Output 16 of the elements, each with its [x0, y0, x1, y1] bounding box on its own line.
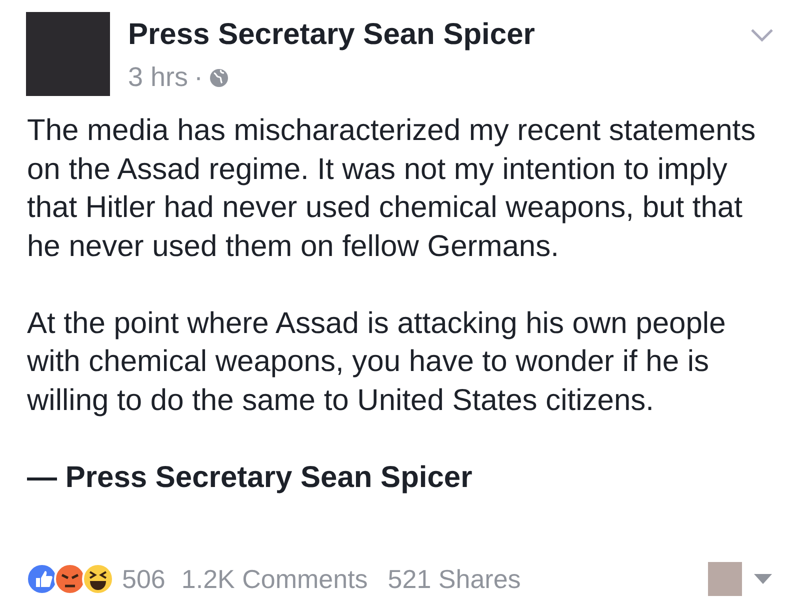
user-thumbnail-placeholder[interactable]	[708, 562, 742, 596]
author-name[interactable]: Press Secretary Sean Spicer	[128, 18, 732, 52]
reaction-count[interactable]: 506	[122, 564, 166, 594]
post-paragraph: At the point where Assad is attacking his own people with chemical weapons, you have to wonder if he is willing to do the same to United States citizens.	[27, 306, 727, 418]
angry-face-icon	[54, 563, 86, 595]
post-time[interactable]: 3 hrs	[128, 62, 188, 93]
laughing-face-icon	[82, 563, 114, 595]
caret-icon[interactable]	[754, 574, 772, 584]
post-paragraph: The media has mischaracterized my recent statements on the Assad regime. It was not my intention to imply that Hitler had never used chemical weapons, but that he never used them on fellow Germans.	[27, 113, 757, 264]
separator-dot: ·	[194, 62, 204, 93]
like-icon	[26, 563, 58, 595]
globe-icon	[209, 68, 230, 88]
post-signature: — Press Secretary Sean Spicer	[26, 460, 474, 496]
shares-link[interactable]: 521 Shares	[388, 564, 521, 594]
comments-link[interactable]: 1.2K Comments	[181, 564, 368, 594]
chevron-down-icon[interactable]	[750, 28, 774, 42]
